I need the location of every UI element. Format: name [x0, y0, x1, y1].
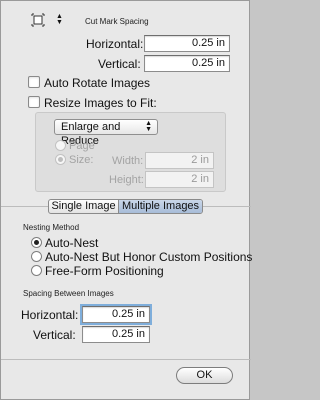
cut-vertical-label: Vertical:	[98, 57, 141, 71]
spacing-vertical-label: Vertical:	[33, 328, 76, 342]
tab-single-image[interactable]: Single Image	[49, 200, 118, 213]
resize-mode-popup[interactable]: Enlarge and Reduce ▲ ▼	[54, 119, 158, 147]
auto-nest-honor-label: Auto-Nest But Honor Custom Positions	[45, 250, 253, 264]
spacing-between-images-title: Spacing Between Images	[23, 289, 114, 298]
auto-nest-honor-radio[interactable]	[31, 251, 42, 262]
spacing-horizontal-label: Horizontal:	[21, 308, 79, 322]
spacing-horizontal-field[interactable]: 0.25 in	[82, 306, 150, 323]
auto-nest-label: Auto-Nest	[45, 236, 99, 250]
cut-vertical-field[interactable]: 0.25 in	[144, 55, 230, 72]
image-mode-tabs: Single Image Multiple Images	[48, 199, 203, 214]
footer-divider	[1, 359, 251, 360]
print-options-sheet: ▲ ▼ Cut Mark Spacing Horizontal: 0.25 in …	[0, 0, 253, 400]
width-label: Width:	[112, 155, 144, 167]
tab-multiple-images[interactable]: Multiple Images	[118, 200, 202, 213]
free-form-radio[interactable]	[31, 265, 42, 276]
chevron-updown-icon[interactable]: ▲ ▼	[56, 13, 63, 26]
cut-horizontal-label: Horizontal:	[86, 37, 144, 51]
nesting-method-title: Nesting Method	[23, 223, 80, 232]
spacing-vertical-field[interactable]: 0.25 in	[82, 326, 150, 343]
crop-marks-icon[interactable]	[30, 12, 46, 28]
free-form-label: Free-Form Positioning	[45, 264, 164, 278]
cut-horizontal-field[interactable]: 0.25 in	[144, 35, 230, 52]
auto-nest-radio[interactable]	[31, 237, 42, 248]
resize-label: Resize Images to Fit:	[44, 96, 157, 110]
size-radio-label: Size:	[69, 154, 94, 166]
cut-mark-spacing-title: Cut Mark Spacing	[85, 17, 149, 26]
size-radio[interactable]	[55, 154, 66, 165]
page-radio[interactable]	[55, 140, 66, 151]
popup-arrows-icon: ▲ ▼	[145, 120, 152, 133]
height-label: Height:	[109, 174, 144, 186]
auto-rotate-checkbox[interactable]	[28, 76, 40, 88]
height-field[interactable]: 2 in	[145, 171, 214, 188]
ok-button[interactable]: OK	[176, 367, 233, 384]
page-radio-label: Page	[69, 140, 95, 152]
width-field[interactable]: 2 in	[145, 152, 214, 169]
resize-checkbox[interactable]	[28, 96, 40, 108]
auto-rotate-label: Auto Rotate Images	[44, 76, 151, 90]
